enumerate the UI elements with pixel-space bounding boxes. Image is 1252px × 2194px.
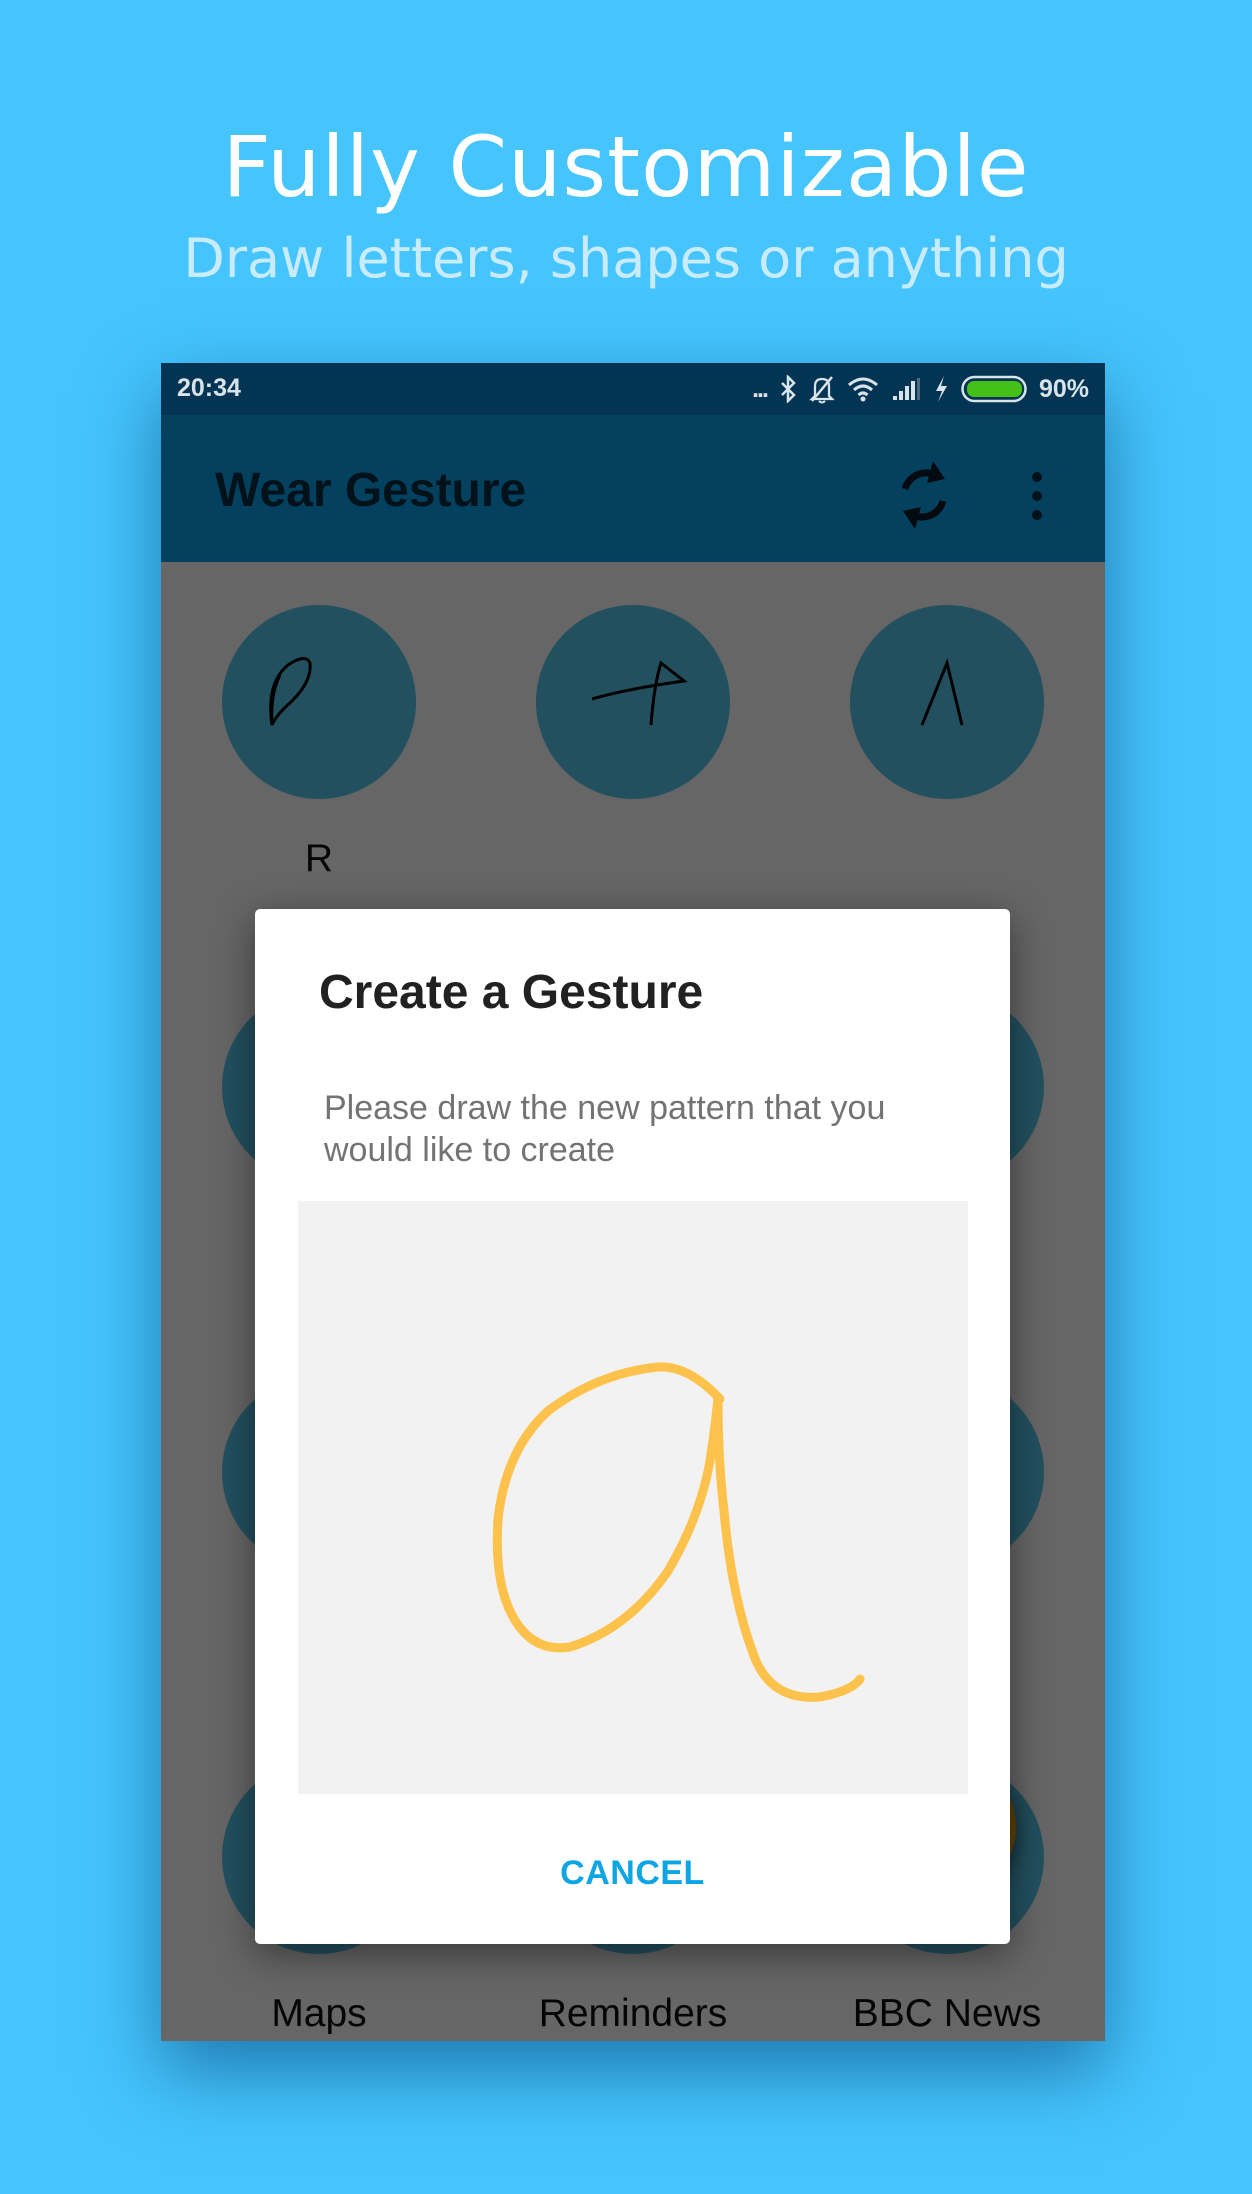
gesture-triangle-icon — [920, 658, 964, 726]
gesture-drawing-canvas[interactable] — [298, 1201, 968, 1794]
gesture-label: Maps — [271, 1992, 367, 2035]
phone-screen: 20:34 ... 90% Wear Gesture R Maps Remind… — [161, 363, 1105, 2041]
drawn-gesture-stroke — [492, 1362, 865, 1702]
charging-icon — [933, 375, 949, 403]
promo-subtitle: Draw letters, shapes or anything — [183, 227, 1069, 290]
gesture-loop-icon — [269, 657, 312, 726]
dialog-title: Create a Gesture — [319, 966, 704, 1019]
gesture-item[interactable]: R — [222, 605, 416, 880]
gesture-circle — [222, 605, 416, 799]
app-title: Wear Gesture — [215, 464, 527, 517]
battery-icon — [961, 375, 1027, 403]
gesture-item[interactable] — [536, 605, 730, 799]
signal-icon — [891, 378, 921, 400]
battery-percent: 90% — [1038, 374, 1089, 403]
status-time: 20:34 — [177, 374, 241, 402]
gesture-label: Reminders — [538, 1992, 728, 2035]
dialog-message: Please draw the new pattern that you wou… — [324, 1089, 886, 1169]
gesture-circle — [850, 605, 1044, 799]
status-bar: 20:34 ... 90% — [161, 363, 1105, 415]
wifi-icon — [847, 376, 879, 402]
app-bar: Wear Gesture — [161, 415, 1105, 562]
gesture-label: BBC News — [852, 1992, 1042, 2035]
refresh-icon[interactable] — [893, 457, 955, 533]
promo-title: Fully Customizable — [222, 118, 1030, 216]
bluetooth-icon — [779, 375, 797, 403]
gesture-f-icon — [591, 660, 688, 726]
gesture-circle — [536, 605, 730, 799]
more-vert-icon[interactable] — [1027, 467, 1047, 525]
gesture-label: R — [304, 837, 334, 880]
gesture-grid: R T do — [161, 562, 1105, 2041]
gesture-item[interactable] — [850, 605, 1044, 799]
cancel-button[interactable]: CANCEL — [255, 1854, 1010, 1893]
create-gesture-dialog: Create a Gesture Please draw the new pat… — [255, 909, 1010, 1944]
notifications-off-icon — [809, 374, 835, 404]
more-notifications-icon: ... — [752, 374, 769, 403]
